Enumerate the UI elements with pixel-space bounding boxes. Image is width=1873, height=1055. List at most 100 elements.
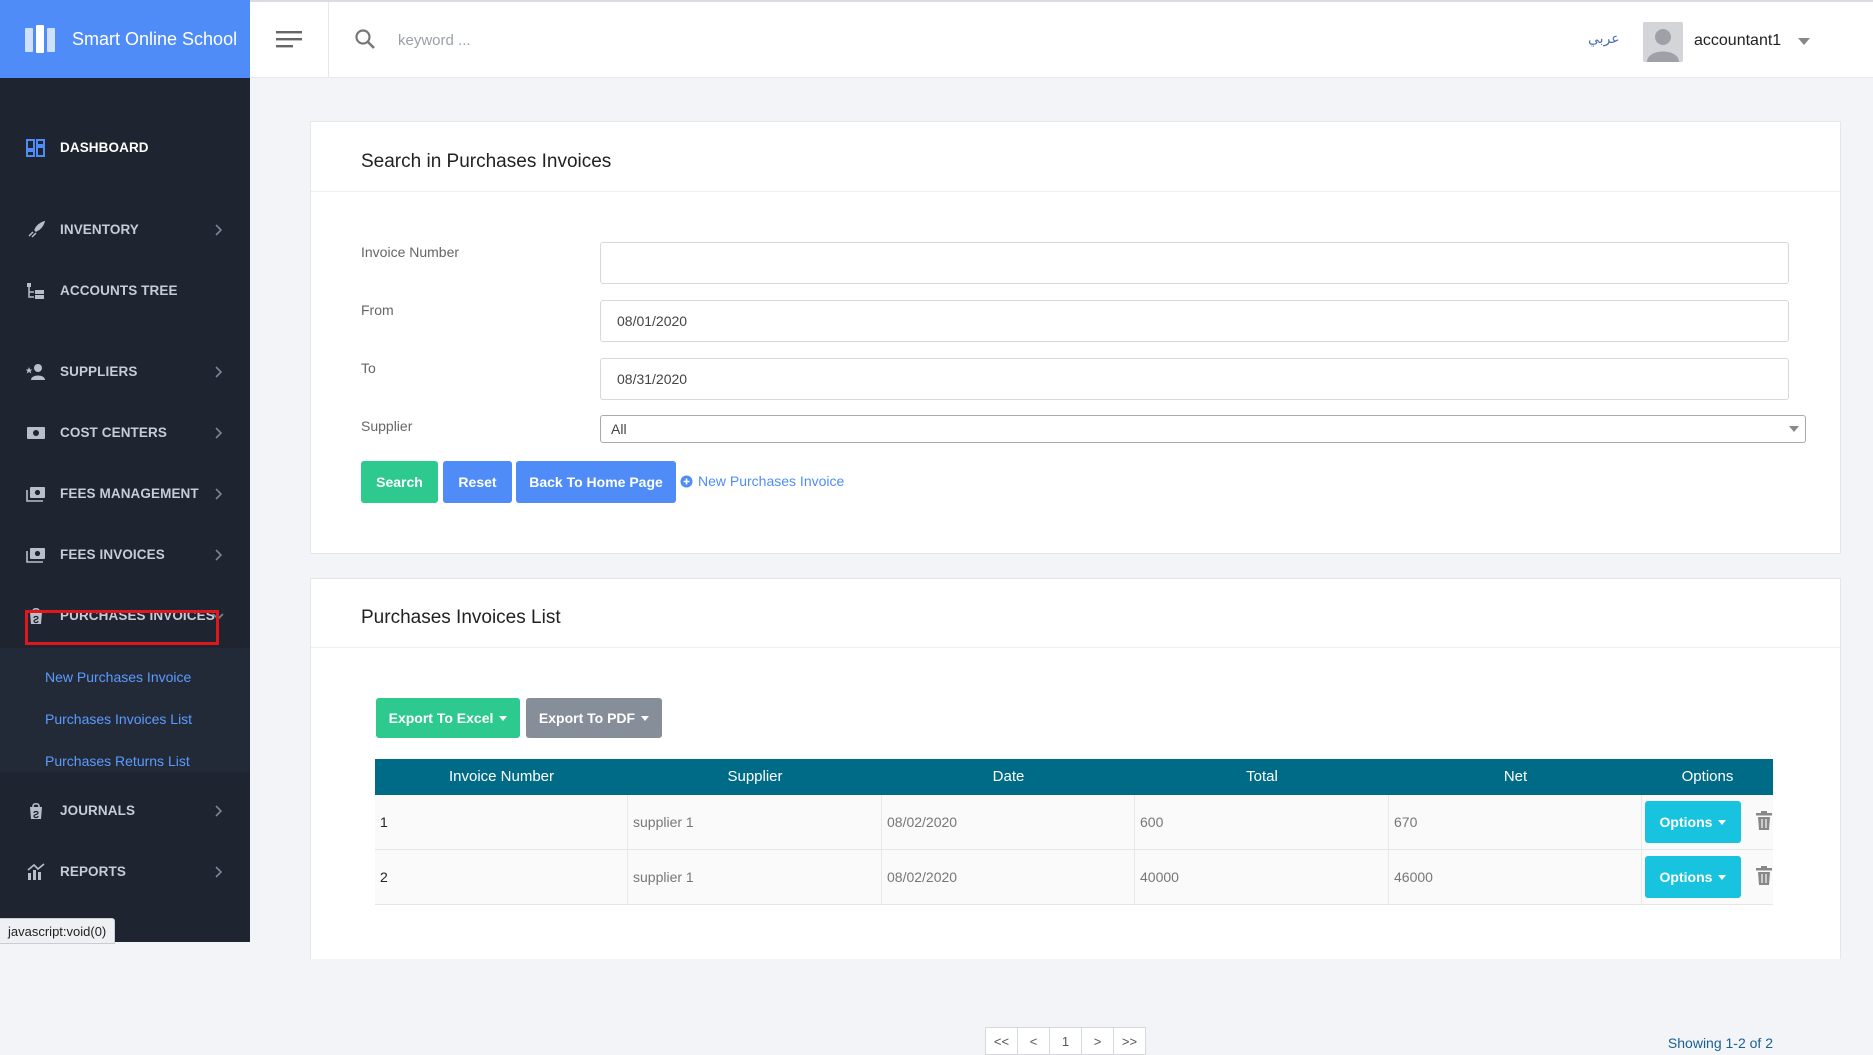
sidebar-item-label: JOURNALS bbox=[60, 803, 136, 818]
column-header: Total bbox=[1246, 768, 1278, 785]
sidebar-item-cost-centers[interactable]: COST CENTERS bbox=[0, 413, 250, 453]
pagination-page[interactable]: 1 bbox=[1049, 1027, 1082, 1055]
export-pdf-label: Export To PDF bbox=[538, 710, 636, 726]
chevron-right-icon bbox=[215, 366, 223, 378]
cell-date: 08/02/2020 bbox=[882, 850, 1135, 904]
from-label: From bbox=[361, 302, 394, 318]
pagination-last[interactable]: >> bbox=[1113, 1027, 1146, 1055]
submenu-purchases-invoices-list[interactable]: Purchases Invoices List bbox=[45, 711, 192, 727]
avatar[interactable] bbox=[1643, 22, 1683, 62]
chevron-right-icon bbox=[215, 488, 223, 500]
caret-down-icon[interactable] bbox=[1798, 38, 1810, 46]
table-row: 2 supplier 1 08/02/2020 40000 46000 Opti… bbox=[375, 850, 1773, 905]
cell-supplier: supplier 1 bbox=[628, 795, 882, 849]
invoice-number-input[interactable] bbox=[600, 242, 1789, 284]
tree-icon bbox=[27, 283, 44, 299]
cell-invoice-number: 1 bbox=[375, 795, 628, 849]
submenu-new-purchases-invoice[interactable]: New Purchases Invoice bbox=[45, 669, 191, 685]
search-input[interactable] bbox=[396, 24, 800, 56]
sidebar-item-label: SUPPLIERS bbox=[60, 364, 138, 379]
menu-icon[interactable] bbox=[276, 29, 302, 49]
search-icon bbox=[355, 29, 375, 49]
caret-down-icon bbox=[499, 715, 508, 721]
sidebar-item-fees-invoices[interactable]: FEES INVOICES bbox=[0, 535, 250, 575]
export-excel-label: Export To Excel bbox=[388, 710, 494, 726]
user-avatar-icon bbox=[1643, 22, 1683, 62]
user-star-icon bbox=[26, 364, 45, 380]
column-header: Supplier bbox=[727, 768, 783, 785]
showing-count: Showing 1-2 of 2 bbox=[1667, 1035, 1773, 1051]
options-button[interactable]: Options bbox=[1645, 856, 1741, 898]
chevron-right-icon bbox=[215, 866, 223, 878]
sidebar-item-reports[interactable]: REPORTS bbox=[0, 852, 250, 892]
options-label: Options bbox=[1659, 814, 1713, 830]
plus-circle-icon bbox=[680, 475, 693, 487]
topbar-divider bbox=[328, 2, 329, 78]
sidebar-item-label: ACCOUNTS TREE bbox=[60, 283, 178, 298]
sidebar-item-accounts-tree[interactable]: ACCOUNTS TREE bbox=[0, 271, 250, 311]
options-label: Options bbox=[1659, 869, 1713, 885]
search-card-title: Search in Purchases Invoices bbox=[361, 151, 612, 172]
brand-name: Smart Online School bbox=[72, 28, 238, 49]
trash-icon[interactable] bbox=[1755, 866, 1773, 886]
sidebar-item-inventory[interactable]: INVENTORY bbox=[0, 210, 250, 250]
from-date-input[interactable] bbox=[600, 300, 1789, 342]
shopping-bag-icon bbox=[30, 802, 42, 819]
list-card-title: Purchases Invoices List bbox=[361, 607, 561, 628]
caret-down-icon bbox=[1718, 874, 1727, 880]
card-divider bbox=[311, 191, 1840, 192]
pagination-first[interactable]: << bbox=[985, 1027, 1018, 1055]
back-home-button[interactable]: Back To Home Page bbox=[516, 461, 676, 503]
submenu-purchases-returns-list[interactable]: Purchases Returns List bbox=[45, 753, 190, 769]
export-pdf-button[interactable]: Export To PDF bbox=[526, 698, 662, 738]
cell-invoice-number: 2 bbox=[375, 850, 628, 904]
chart-icon bbox=[27, 863, 45, 880]
cell-total: 600 bbox=[1135, 795, 1389, 849]
pagination-prev[interactable]: < bbox=[1017, 1027, 1050, 1055]
money-stack-icon bbox=[26, 548, 45, 563]
search-card: Search in Purchases Invoices Invoice Num… bbox=[310, 121, 1841, 554]
column-header: Net bbox=[1503, 768, 1528, 785]
search-button[interactable]: Search bbox=[361, 461, 438, 503]
options-button[interactable]: Options bbox=[1645, 801, 1741, 843]
sidebar-item-label: DASHBOARD bbox=[60, 140, 149, 155]
sidebar-item-journals[interactable]: JOURNALS bbox=[0, 791, 250, 831]
selection-highlight bbox=[25, 610, 219, 645]
cell-total: 40000 bbox=[1135, 850, 1389, 904]
table-row: 1 supplier 1 08/02/2020 600 670 Options bbox=[375, 795, 1773, 850]
rocket-icon bbox=[28, 221, 46, 238]
trash-icon[interactable] bbox=[1755, 811, 1773, 831]
new-purchases-invoice-link[interactable]: New Purchases Invoice bbox=[680, 473, 844, 489]
brand-header[interactable]: Smart Online School bbox=[0, 0, 250, 78]
export-excel-button[interactable]: Export To Excel bbox=[376, 698, 520, 738]
list-card: Purchases Invoices List Export To Excel … bbox=[310, 578, 1841, 1055]
pagination-next[interactable]: > bbox=[1081, 1027, 1114, 1055]
dashboard-icon bbox=[26, 139, 45, 157]
reset-button[interactable]: Reset bbox=[443, 461, 512, 503]
pagination: << < 1 > >> bbox=[985, 1027, 1146, 1055]
sidebar-item-label: FEES INVOICES bbox=[60, 547, 165, 562]
sidebar-item-dashboard[interactable]: DASHBOARD bbox=[0, 128, 250, 168]
purchases-submenu: New Purchases Invoice Purchases Invoices… bbox=[0, 648, 250, 772]
sidebar-item-label: INVENTORY bbox=[60, 222, 139, 237]
cell-net: 46000 bbox=[1389, 850, 1642, 904]
column-header: Invoice Number bbox=[448, 768, 555, 785]
chevron-right-icon bbox=[215, 224, 223, 236]
column-header: Options bbox=[1681, 768, 1734, 785]
invoice-number-label: Invoice Number bbox=[361, 244, 460, 260]
topbar: عربي accountant1 bbox=[250, 0, 1873, 78]
supplier-select-value: All bbox=[611, 421, 627, 437]
cell-net: 670 bbox=[1389, 795, 1642, 849]
caret-down-icon bbox=[641, 715, 650, 721]
sidebar-item-suppliers[interactable]: SUPPLIERS bbox=[0, 352, 250, 392]
status-bar: javascript:void(0) bbox=[0, 918, 116, 944]
sidebar-item-fees-management[interactable]: FEES MANAGEMENT bbox=[0, 474, 250, 514]
supplier-select[interactable]: All bbox=[600, 415, 1806, 443]
to-label: To bbox=[361, 360, 376, 376]
column-header: Date bbox=[992, 768, 1025, 785]
card-divider bbox=[311, 647, 1840, 648]
language-switch[interactable]: عربي bbox=[1588, 30, 1620, 47]
to-date-input[interactable] bbox=[600, 358, 1789, 400]
username[interactable]: accountant1 bbox=[1694, 32, 1781, 50]
sidebar-item-label: COST CENTERS bbox=[60, 425, 167, 440]
